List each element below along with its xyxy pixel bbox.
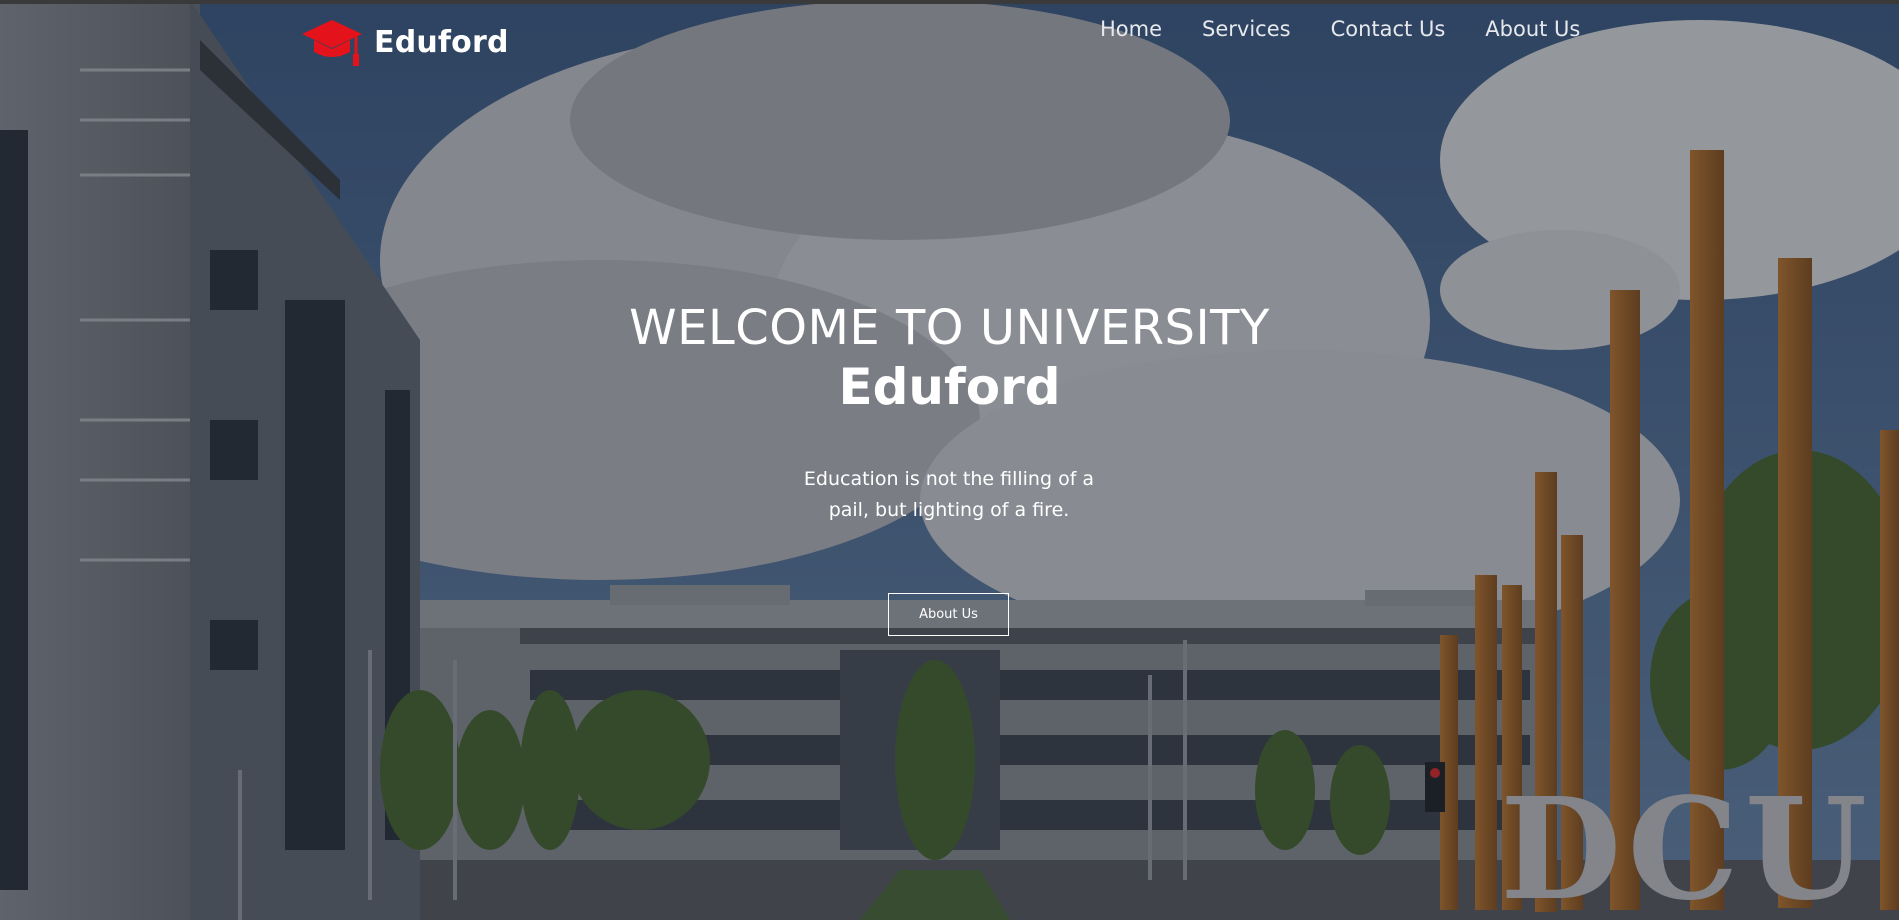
nav-about-us[interactable]: About Us xyxy=(1485,14,1580,44)
nav-contact-us[interactable]: Contact Us xyxy=(1331,14,1446,44)
nav-menu: Home Services Contact Us About Us xyxy=(1100,14,1580,44)
navbar: Eduford Home Services Contact Us About U… xyxy=(0,4,1899,66)
graduation-cap-icon xyxy=(302,20,362,66)
nav-services[interactable]: Services xyxy=(1202,14,1291,44)
brand-link[interactable]: Eduford xyxy=(300,14,509,70)
brand-name: Eduford xyxy=(374,24,509,60)
about-us-button[interactable]: About Us xyxy=(888,593,1009,636)
dark-overlay xyxy=(0,0,1899,920)
nav-home[interactable]: Home xyxy=(1100,14,1162,44)
hero-section: DCU Eduford Home Services Contact Us Abo… xyxy=(0,0,1899,920)
